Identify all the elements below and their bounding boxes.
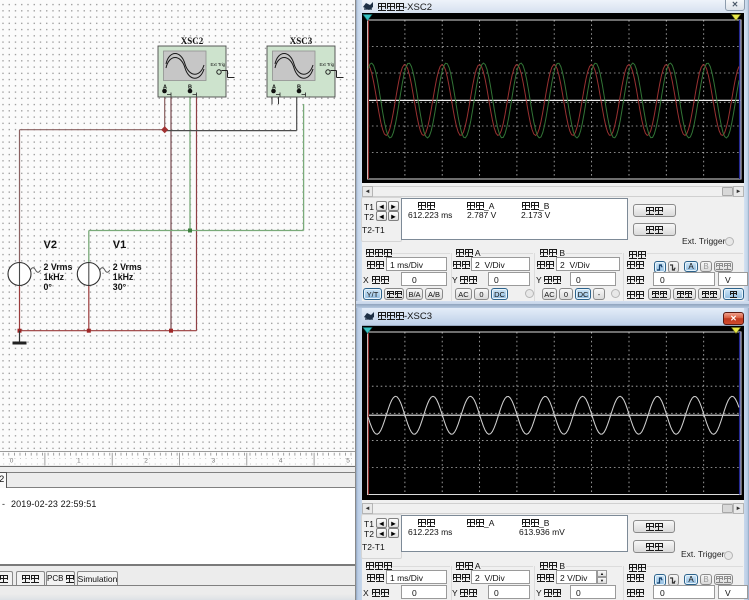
svg-text:5: 5 [346,458,350,465]
svg-text:2: 2 [144,458,148,465]
svg-text:0: 0 [10,458,14,465]
svg-text:V1: V1 [113,239,126,251]
svg-text:V2: V2 [44,239,57,251]
svg-text:4: 4 [279,458,283,465]
svg-text:0°: 0° [44,282,53,292]
svg-text:1kHz: 1kHz [113,272,134,282]
svg-text:2 Vrms: 2 Vrms [44,262,73,272]
svg-text:1: 1 [77,458,81,465]
svg-text:Ext Trig: Ext Trig [320,62,335,67]
svg-text:XSC2: XSC2 [181,36,204,46]
svg-text:Ext Trig: Ext Trig [211,62,226,67]
svg-text:2 Vrms: 2 Vrms [113,262,142,272]
svg-text:XSC3: XSC3 [290,36,313,46]
svg-text:3: 3 [212,458,216,465]
svg-text:1kHz: 1kHz [44,272,65,282]
svg-text:30°: 30° [113,282,127,292]
